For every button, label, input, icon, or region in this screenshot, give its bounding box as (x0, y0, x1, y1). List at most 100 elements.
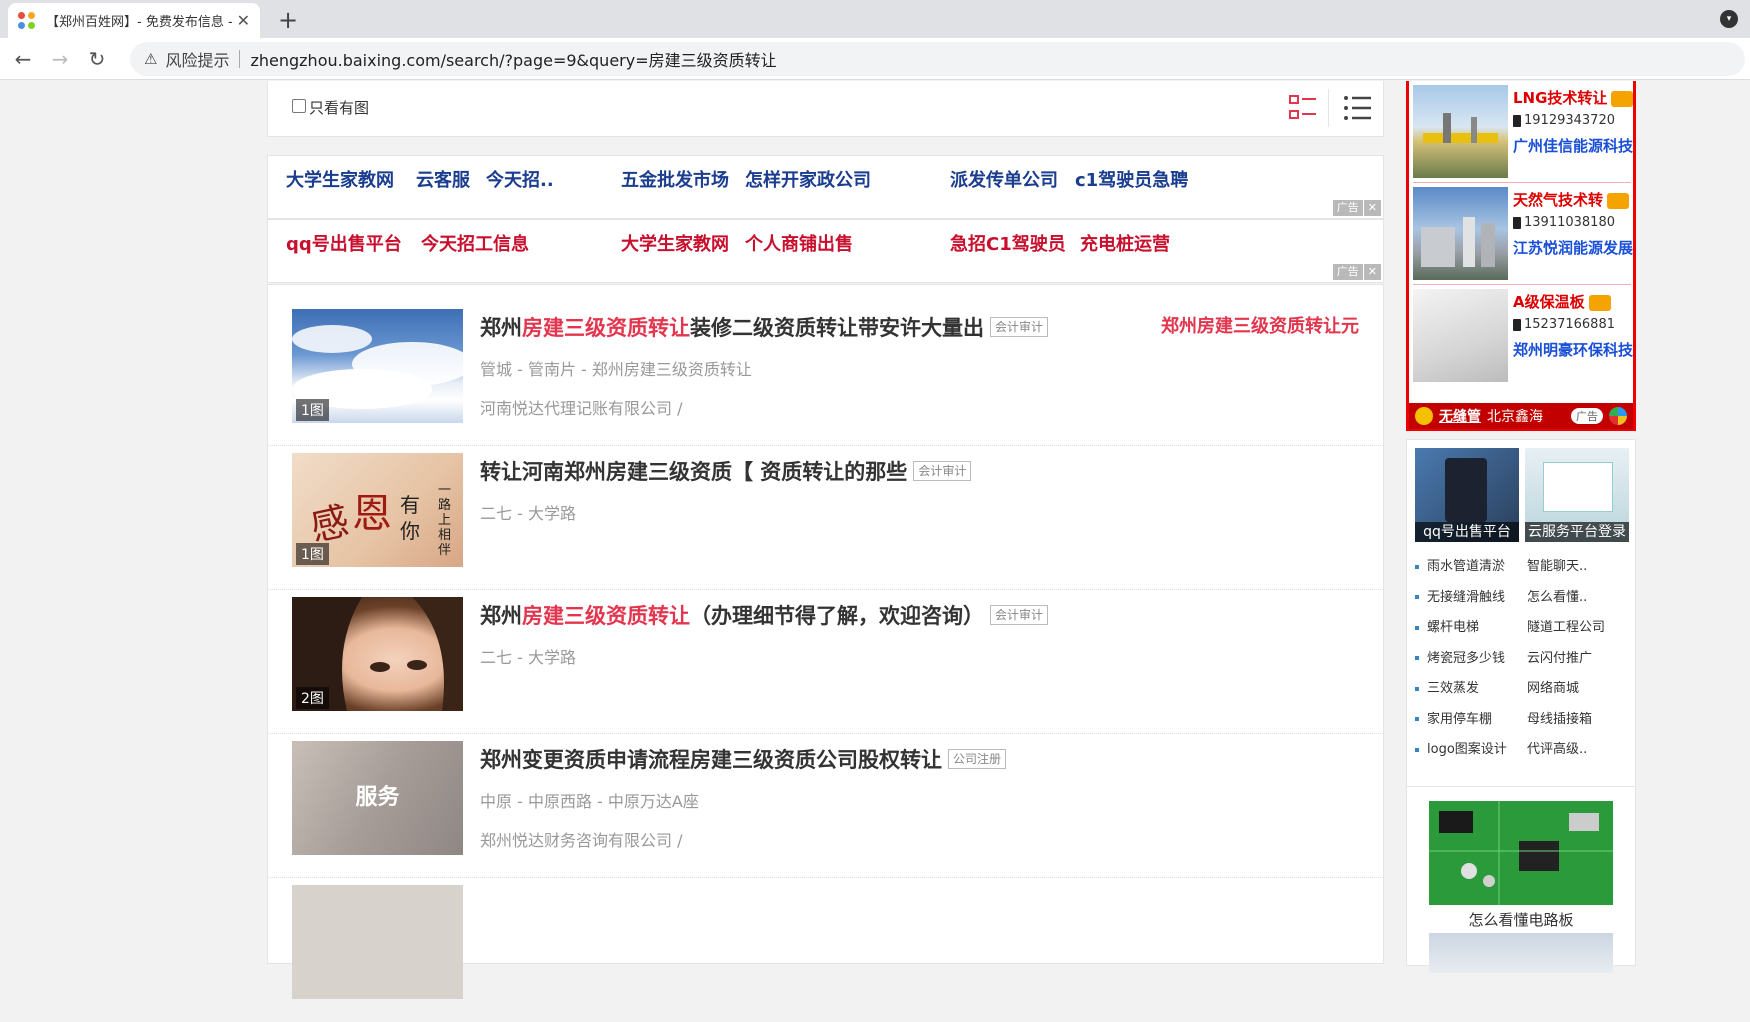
ad-link[interactable]: 派发传单公司 (950, 166, 1058, 192)
close-tab-icon[interactable]: ✕ (237, 11, 250, 30)
ad-link[interactable]: 雨水管道清淤 (1427, 552, 1527, 582)
listing-thumbnail[interactable]: 2图 (292, 597, 463, 711)
promo-title[interactable]: A级保温板 (1513, 291, 1611, 312)
promo-item[interactable]: LNG技术转让 19129343720 广州佳信能源科技 (1413, 81, 1634, 183)
title-text[interactable]: 郑州 (480, 604, 522, 628)
ad-badge[interactable]: 广告✕ (1332, 264, 1381, 280)
promo-company[interactable]: 广州佳信能源科技 (1513, 135, 1633, 156)
close-ad-icon[interactable]: ✕ (1363, 264, 1381, 280)
image-ad-caption[interactable]: qq号出售平台 (1415, 522, 1519, 542)
promo-brand-text[interactable]: 北京鑫海 (1487, 406, 1543, 426)
only-pictures-checkbox[interactable] (292, 99, 306, 113)
title-text[interactable]: 郑州 (480, 316, 522, 340)
promo-title-text[interactable]: A级保温板 (1513, 293, 1585, 311)
ad-link[interactable]: 代评高级.. (1527, 735, 1627, 765)
title-text[interactable]: （办理细节得了解，欢迎咨询） (690, 604, 984, 628)
title-highlight[interactable]: 房建三级资质转让 (522, 316, 690, 340)
promo-title-text[interactable]: 天然气技术转 (1513, 191, 1603, 209)
promo-image[interactable] (1413, 289, 1508, 382)
ad-link[interactable]: 三效蒸发 (1427, 674, 1527, 704)
ad-link[interactable]: 智能聊天.. (1527, 552, 1627, 582)
listing-thumbnail[interactable]: 服务 (292, 741, 463, 855)
browser-tab[interactable]: 【郑州百姓网】- 免费发布信息 - 百姓网 ✕ (8, 3, 260, 38)
title-highlight[interactable]: 房建三级资质转让 (522, 604, 690, 628)
promo-company[interactable]: 郑州明豪环保科技 (1513, 339, 1633, 360)
promo-company[interactable]: 江苏悦润能源发展 (1513, 237, 1633, 258)
ad-link[interactable]: 怎么看懂.. (1527, 583, 1627, 613)
ad-link[interactable]: 急招C1驾驶员 (950, 230, 1066, 256)
url-text[interactable]: zhengzhou.baixing.com/search/?page=9&que… (250, 47, 776, 71)
ad-link[interactable]: 个人商铺出售 (745, 230, 853, 256)
listing-thumbnail[interactable] (292, 885, 463, 999)
ad-link[interactable]: 烤瓷冠多少钱 (1427, 644, 1527, 674)
address-bar[interactable]: ⚠ 风险提示 zhengzhou.baixing.com/search/?pag… (130, 42, 1745, 76)
ad-link[interactable]: 母线插接箱 (1527, 705, 1627, 735)
listing-thumbnail[interactable]: 1图 (292, 309, 463, 423)
ad-link[interactable]: 大学生家教网 (621, 230, 729, 256)
tab-search-icon[interactable]: ▾ (1720, 10, 1738, 28)
promo-title-text[interactable]: LNG技术转让 (1513, 89, 1607, 107)
listing-item[interactable]: 2图 郑州房建三级资质转让（办理细节得了解，欢迎咨询） 会计审计 二七 - 大学路 (268, 573, 1383, 734)
promo-item[interactable]: A级保温板 15237166881 郑州明豪环保科技 (1413, 285, 1633, 387)
promo-image[interactable] (1413, 187, 1508, 280)
ad-link[interactable]: c1驾驶员急聘 (1075, 166, 1188, 192)
ad-link[interactable]: 今天招工信息 (421, 230, 529, 256)
listing-company[interactable]: 河南悦达代理记账有限公司 / (480, 395, 682, 419)
new-tab-button[interactable]: + (278, 6, 298, 34)
promo-brand[interactable]: 无缝管 (1439, 406, 1481, 426)
listing-title[interactable]: 郑州房建三级资质转让（办理细节得了解，欢迎咨询） 会计审计 (480, 600, 1049, 630)
ad-link[interactable]: 充电桩运营 (1080, 230, 1170, 256)
ad-link[interactable]: logo图案设计 (1427, 735, 1527, 765)
ad-link[interactable]: 云客服 (416, 166, 470, 192)
listing-title[interactable]: 郑州房建三级资质转让装修二级资质转让带安许大量出 会计审计 (480, 312, 1049, 342)
promo-title[interactable]: 天然气技术转 (1513, 189, 1630, 210)
listing-company[interactable]: 郑州悦达财务咨询有限公司 / (480, 827, 682, 851)
ad-link[interactable]: 家用停车棚 (1427, 705, 1527, 735)
listing-item[interactable]: 1图 郑州房建三级资质转让装修二级资质转让带安许大量出 会计审计 管城 - 管南片… (268, 285, 1383, 446)
close-ad-icon[interactable]: ✕ (1363, 200, 1381, 216)
back-icon[interactable]: ← (8, 44, 38, 74)
listing-thumbnail[interactable]: 感 恩 有 你 一路上相伴 1图 (292, 453, 463, 567)
ad-link[interactable]: qq号出售平台 (286, 230, 402, 256)
gas-station-image (1421, 217, 1495, 267)
warning-icon[interactable]: ⚠ (144, 50, 157, 68)
thumbnail-label: 服务 (355, 785, 400, 810)
image-ad[interactable]: qq号出售平台 (1415, 448, 1519, 542)
ad-link[interactable]: 怎样开家政公司 (745, 166, 871, 192)
ad-link[interactable]: 五金批发市场 (621, 166, 729, 192)
image-ad-caption[interactable]: 云服务平台登录 (1525, 522, 1629, 542)
security-warning-label[interactable]: 风险提示 (165, 47, 229, 71)
text-list-view-icon[interactable] (1343, 93, 1373, 123)
screen-shape (1543, 462, 1613, 512)
filter-bar: 只看有图 (267, 81, 1384, 137)
ad-link[interactable]: 螺杆电梯 (1427, 613, 1527, 643)
gas-plant-image (1423, 113, 1498, 143)
forward-icon[interactable]: → (45, 44, 75, 74)
listing-list: 1图 郑州房建三级资质转让装修二级资质转让带安许大量出 会计审计 管城 - 管南片… (267, 284, 1384, 999)
promo-image[interactable] (1413, 85, 1508, 178)
image-ad-caption[interactable]: 怎么看懂电路板 (1407, 909, 1635, 930)
image-list-view-icon[interactable] (1288, 93, 1318, 123)
listing-title[interactable]: 郑州变更资质申请流程房建三级资质公司股权转让 公司注册 (480, 744, 1007, 774)
right-image-ad[interactable]: 怎么看懂电路板 (1406, 786, 1636, 973)
ad-link[interactable]: 隧道工程公司 (1527, 613, 1627, 643)
promo-footer[interactable]: 无缝管 北京鑫海 广告 (1409, 403, 1633, 429)
reload-icon[interactable]: ↻ (82, 44, 112, 74)
listing-item[interactable]: 感 恩 有 你 一路上相伴 1图 转让河南郑州房建三级资质【 资质转让的那些 会计… (268, 429, 1383, 590)
only-pictures-label[interactable]: 只看有图 (309, 97, 369, 118)
listing-item[interactable]: 服务 郑州变更资质申请流程房建三级资质公司股权转让 公司注册 中原 - 中原西路 … (268, 717, 1383, 878)
title-text[interactable]: 装修二级资质转让带安许大量出 (690, 316, 984, 340)
ad-link[interactable]: 无接缝滑触线 (1427, 583, 1527, 613)
image-ad[interactable]: 云服务平台登录 (1525, 448, 1629, 542)
promo-title[interactable]: LNG技术转让 (1513, 87, 1634, 108)
ad-link[interactable]: 云闪付推广 (1527, 644, 1627, 674)
listing-title[interactable]: 转让河南郑州房建三级资质【 资质转让的那些 会计审计 (480, 456, 972, 486)
ad-link[interactable]: 大学生家教网 (286, 166, 394, 192)
promo-item[interactable]: 天然气技术转 13911038180 江苏悦润能源发展 (1413, 183, 1633, 285)
ad-link[interactable]: 网络商城 (1527, 674, 1627, 704)
ad-badge[interactable]: 广告✕ (1332, 200, 1381, 216)
ad-link[interactable]: 今天招.. (486, 166, 554, 192)
title-text[interactable]: 郑州变更资质申请流程房建三级资质公司股权转让 (480, 748, 942, 772)
title-text[interactable]: 转让河南郑州房建三级资质【 资质转让的那些 (480, 460, 907, 484)
listing-item[interactable] (268, 861, 1383, 1022)
